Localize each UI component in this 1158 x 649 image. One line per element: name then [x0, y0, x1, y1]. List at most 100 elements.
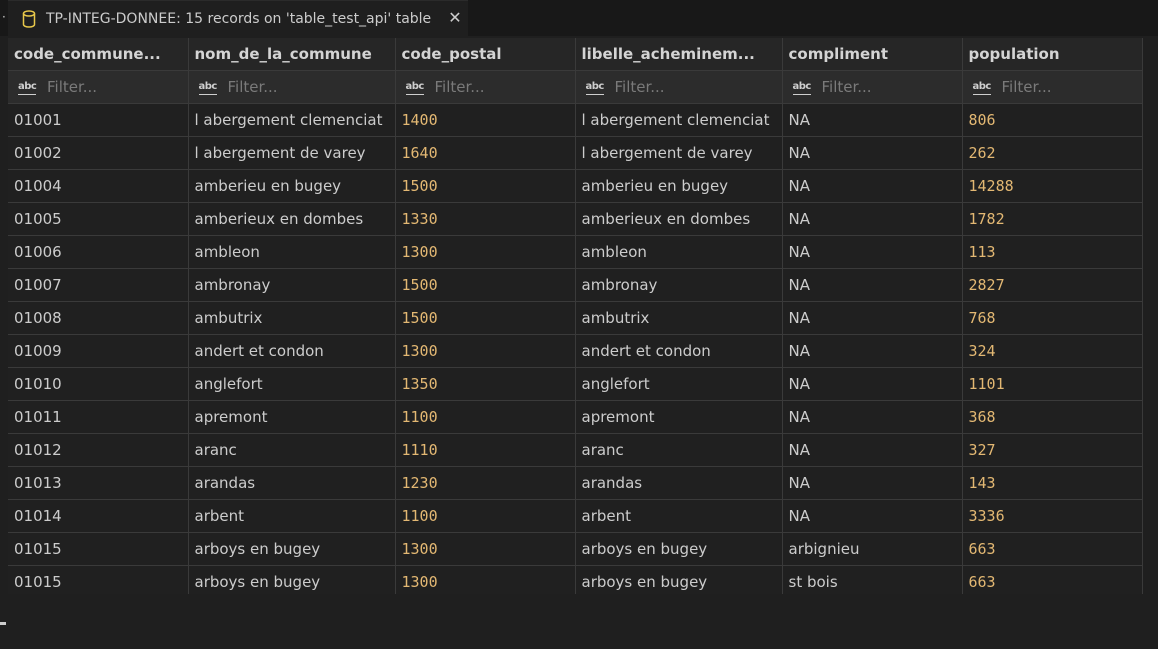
table-cell[interactable]: NA [782, 103, 963, 137]
table-cell[interactable]: 1110 [395, 433, 576, 467]
table-cell[interactable]: 2827 [962, 268, 1143, 302]
table-cell[interactable]: ambleon [575, 235, 783, 269]
column-header-code-postal[interactable]: code_postal [395, 38, 576, 71]
table-cell[interactable]: 1100 [395, 400, 576, 434]
table-cell[interactable]: 01014 [8, 499, 189, 533]
table-cell[interactable]: arandas [188, 466, 396, 500]
table-cell[interactable]: 01005 [8, 202, 189, 236]
table-cell[interactable]: 1500 [395, 301, 576, 335]
table-cell[interactable]: 1300 [395, 565, 576, 594]
table-cell[interactable]: 01009 [8, 334, 189, 368]
table-cell[interactable]: 1782 [962, 202, 1143, 236]
table-cell[interactable]: NA [782, 400, 963, 434]
table-cell[interactable]: NA [782, 268, 963, 302]
table-cell[interactable]: NA [782, 433, 963, 467]
table-cell[interactable]: l abergement clemenciat [188, 103, 396, 137]
table-row[interactable]: 01008 ambutrix 1500 ambutrix NA 768 [8, 301, 1143, 335]
filter-input-nom-de-la-commune[interactable] [227, 77, 348, 96]
table-row[interactable]: 01006 ambleon 1300 ambleon NA 113 [8, 235, 1143, 269]
table-cell[interactable]: 1640 [395, 136, 576, 170]
table-cell[interactable]: ambronay [575, 268, 783, 302]
table-cell[interactable]: amberieu en bugey [575, 169, 783, 203]
table-cell[interactable]: l abergement de varey [188, 136, 396, 170]
table-cell[interactable]: arbent [575, 499, 783, 533]
table-row[interactable]: 01015 arboys en bugey 1300 arboys en bugey s… [8, 565, 1143, 594]
table-cell[interactable]: l abergement clemenciat [575, 103, 783, 137]
table-cell[interactable]: 327 [962, 433, 1143, 467]
table-cell[interactable]: ambronay [188, 268, 396, 302]
table-cell[interactable]: 01012 [8, 433, 189, 467]
table-cell[interactable]: arbignieu [782, 532, 963, 566]
table-cell[interactable]: arandas [575, 466, 783, 500]
table-cell[interactable]: aranc [575, 433, 783, 467]
filter-input-code-postal[interactable] [434, 77, 555, 96]
table-cell[interactable]: arboys en bugey [575, 565, 783, 594]
table-cell[interactable]: anglefort [575, 367, 783, 401]
column-header-code-commune[interactable]: code_commune... [8, 38, 189, 71]
table-cell[interactable]: 368 [962, 400, 1143, 434]
table-cell[interactable]: arboys en bugey [188, 565, 396, 594]
table-cell[interactable]: NA [782, 466, 963, 500]
table-cell[interactable]: ambleon [188, 235, 396, 269]
table-cell[interactable]: NA [782, 367, 963, 401]
table-row[interactable]: 01005 amberieux en dombes 1330 amberieux en… [8, 202, 1143, 236]
table-row[interactable]: 01010 anglefort 1350 anglefort NA 1101 [8, 367, 1143, 401]
table-cell[interactable]: 01011 [8, 400, 189, 434]
table-cell[interactable]: andert et condon [188, 334, 396, 368]
column-header-population[interactable]: population [962, 38, 1143, 71]
table-cell[interactable]: 1300 [395, 532, 576, 566]
vertical-scrollbar[interactable] [1142, 38, 1158, 594]
table-cell[interactable]: l abergement de varey [575, 136, 783, 170]
table-cell[interactable]: arboys en bugey [575, 532, 783, 566]
table-cell[interactable]: amberieu en bugey [188, 169, 396, 203]
table-cell[interactable]: 262 [962, 136, 1143, 170]
table-cell[interactable]: 01004 [8, 169, 189, 203]
table-cell[interactable]: 663 [962, 532, 1143, 566]
table-cell[interactable]: NA [782, 301, 963, 335]
table-cell[interactable]: aranc [188, 433, 396, 467]
table-cell[interactable]: 01002 [8, 136, 189, 170]
column-header-libelle-acheminement[interactable]: libelle_acheminem... [575, 38, 783, 71]
table-cell[interactable]: arboys en bugey [188, 532, 396, 566]
table-cell[interactable]: 01007 [8, 268, 189, 302]
table-row[interactable]: 01009 andert et condon 1300 andert et condo… [8, 334, 1143, 368]
table-cell[interactable]: NA [782, 334, 963, 368]
table-cell[interactable]: ambutrix [575, 301, 783, 335]
table-cell[interactable]: 324 [962, 334, 1143, 368]
filter-input-population[interactable] [1001, 77, 1122, 96]
table-cell[interactable]: st bois [782, 565, 963, 594]
table-cell[interactable]: 113 [962, 235, 1143, 269]
table-row[interactable]: 01004 amberieu en bugey 1500 amberieu en bu… [8, 169, 1143, 203]
table-cell[interactable]: ambutrix [188, 301, 396, 335]
table-cell[interactable]: 1330 [395, 202, 576, 236]
table-cell[interactable]: 1400 [395, 103, 576, 137]
table-row[interactable]: 01013 arandas 1230 arandas NA 143 [8, 466, 1143, 500]
table-cell[interactable]: 01006 [8, 235, 189, 269]
table-cell[interactable]: 143 [962, 466, 1143, 500]
table-cell[interactable]: NA [782, 136, 963, 170]
table-cell[interactable]: 1300 [395, 235, 576, 269]
table-cell[interactable]: 1500 [395, 268, 576, 302]
table-cell[interactable]: 14288 [962, 169, 1143, 203]
table-cell[interactable]: 01001 [8, 103, 189, 137]
table-cell[interactable]: NA [782, 235, 963, 269]
table-cell[interactable]: 806 [962, 103, 1143, 137]
table-cell[interactable]: 01013 [8, 466, 189, 500]
column-header-compliment[interactable]: compliment [782, 38, 963, 71]
table-cell[interactable]: 3336 [962, 499, 1143, 533]
table-cell[interactable]: 01010 [8, 367, 189, 401]
table-cell[interactable]: 01015 [8, 565, 189, 594]
table-cell[interactable]: NA [782, 169, 963, 203]
table-cell[interactable]: 1100 [395, 499, 576, 533]
table-cell[interactable]: andert et condon [575, 334, 783, 368]
column-header-nom-de-la-commune[interactable]: nom_de_la_commune [188, 38, 396, 71]
filter-input-libelle-acheminement[interactable] [614, 77, 735, 96]
table-row[interactable]: 01014 arbent 1100 arbent NA 3336 [8, 499, 1143, 533]
table-cell[interactable]: 1500 [395, 169, 576, 203]
table-cell[interactable]: arbent [188, 499, 396, 533]
table-row[interactable]: 01015 arboys en bugey 1300 arboys en bugey a… [8, 532, 1143, 566]
table-cell[interactable]: 663 [962, 565, 1143, 594]
table-cell[interactable]: 01015 [8, 532, 189, 566]
table-cell[interactable]: amberieux en dombes [575, 202, 783, 236]
table-cell[interactable]: NA [782, 202, 963, 236]
